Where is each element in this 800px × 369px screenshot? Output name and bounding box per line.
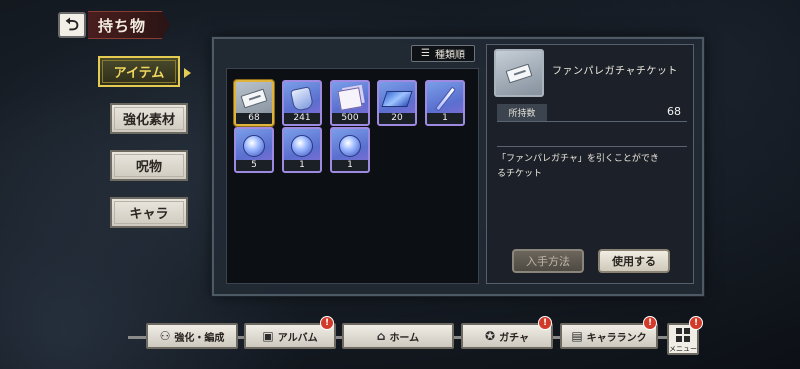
item-description-line: 「ファンパレガチャ」を引くことができ	[497, 154, 659, 164]
detail-item-name: ファンパレガチャチケット	[552, 66, 678, 77]
owned-count-row: 所持数 68	[497, 104, 687, 122]
nav-label: キャラランク	[586, 332, 647, 344]
team-icon: ⚇	[159, 329, 171, 343]
gacha-icon: ✪	[485, 329, 496, 343]
gem-icon	[291, 134, 313, 157]
gem-icon	[339, 134, 361, 157]
page-title: 持ち物	[88, 11, 170, 39]
item-count: 500	[332, 113, 368, 124]
nav-label: アルバム	[277, 332, 318, 344]
menu-label: メニュー	[669, 345, 697, 353]
cloth-icon	[381, 90, 413, 107]
item-count: 1	[284, 160, 320, 171]
item-count: 5	[236, 160, 272, 171]
category-tab-materials[interactable]: 強化素材	[110, 103, 188, 134]
item-slot[interactable]: 5	[234, 127, 274, 173]
item-slot[interactable]: 500	[330, 80, 370, 126]
active-tab-arrow-icon	[184, 68, 191, 78]
item-count: 1	[332, 160, 368, 171]
item-slot[interactable]: 241	[282, 80, 322, 126]
item-slot[interactable]: 1	[425, 80, 465, 126]
home-icon: ⌂	[376, 329, 386, 343]
nav-home[interactable]: ⌂ ホーム	[342, 323, 454, 349]
album-icon: ▣	[262, 329, 274, 343]
notification-badge: !	[689, 316, 703, 330]
sort-label: 種類順	[434, 50, 465, 61]
back-button[interactable]: ⮌	[58, 12, 86, 38]
item-count: 20	[379, 113, 415, 124]
notification-badge: !	[538, 316, 552, 330]
category-tab-characters[interactable]: キャラ	[110, 197, 188, 228]
bag-icon	[289, 85, 315, 112]
gem-icon	[243, 134, 265, 157]
item-slot[interactable]: 68	[234, 80, 274, 126]
use-button[interactable]: 使用する	[598, 249, 670, 273]
how-to-get-button[interactable]: 入手方法	[512, 249, 584, 273]
cards-icon	[337, 86, 363, 111]
category-tab-cursed-objects[interactable]: 呪物	[110, 150, 188, 181]
item-description-line: るチケット	[497, 169, 543, 179]
owned-count-value: 68	[667, 105, 681, 118]
nav-enhance-formation[interactable]: ⚇ 強化・編成	[146, 323, 238, 349]
nav-label: ガチャ	[499, 332, 529, 344]
item-count: 241	[284, 113, 320, 124]
nav-label: ホーム	[389, 332, 420, 344]
back-arrow-icon: ⮌	[65, 14, 79, 35]
notification-badge: !	[320, 316, 334, 330]
grid-menu-icon	[676, 328, 690, 342]
item-slot[interactable]: 1	[330, 127, 370, 173]
sort-icon: ☰	[421, 48, 430, 59]
ticket-icon	[240, 88, 268, 109]
item-slot[interactable]: 20	[377, 80, 417, 126]
wand-icon	[434, 85, 456, 112]
ticket-icon	[505, 63, 533, 83]
nav-label: 強化・編成	[174, 332, 225, 344]
item-description: 「ファンパレガチャ」を引くことができ るチケット	[497, 146, 687, 182]
sort-button[interactable]: ☰ 種類順	[411, 45, 475, 62]
notification-badge: !	[643, 316, 657, 330]
item-slot[interactable]: 1	[282, 127, 322, 173]
rank-icon: ▤	[571, 329, 583, 343]
owned-count-label: 所持数	[497, 104, 547, 121]
item-count: 1	[427, 113, 463, 124]
category-tab-items[interactable]: アイテム	[98, 56, 180, 87]
item-count: 68	[236, 113, 272, 124]
detail-item-image	[494, 49, 544, 97]
